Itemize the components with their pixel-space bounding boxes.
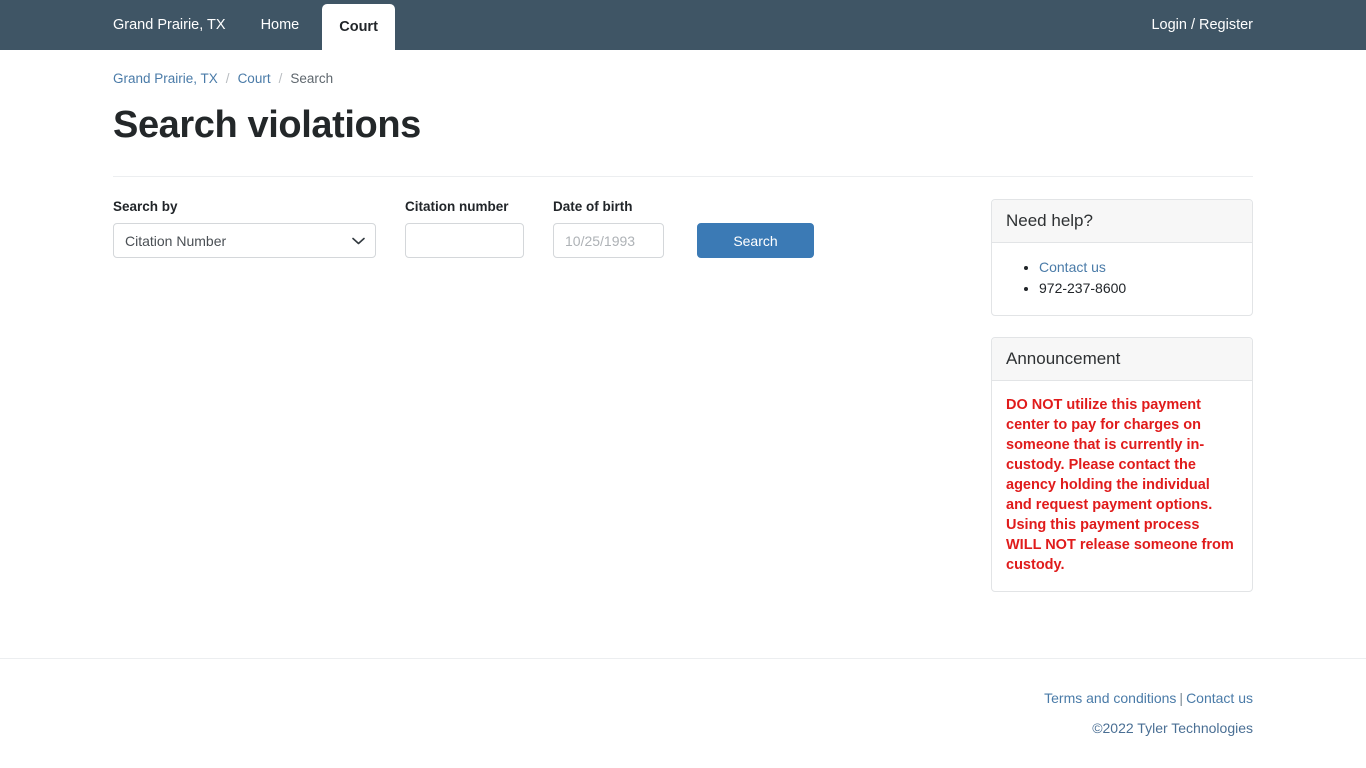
date-of-birth-field: Date of birth — [553, 199, 664, 258]
citation-number-label: Citation number — [405, 199, 509, 214]
announcement-card: Announcement DO NOT utilize this payment… — [991, 337, 1253, 592]
terms-and-conditions-link[interactable]: Terms and conditions — [1044, 690, 1176, 706]
need-help-card: Need help? Contact us 972-237-8600 — [991, 199, 1253, 316]
sidebar-column: Need help? Contact us 972-237-8600 Annou… — [991, 199, 1253, 613]
breadcrumb-item-court[interactable]: Court — [238, 71, 271, 86]
search-button[interactable]: Search — [697, 223, 814, 258]
announcement-card-title: Announcement — [992, 338, 1252, 381]
footer-links: Terms and conditions | Contact us — [113, 683, 1253, 713]
search-by-select-wrapper: Citation Number — [113, 223, 376, 258]
page-title: Search violations — [113, 104, 421, 146]
main-navbar: Grand Prairie, TX Home Court Login / Reg… — [0, 0, 1366, 50]
search-by-label: Search by — [113, 199, 178, 214]
navbar-left-group: Grand Prairie, TX Home Court — [113, 0, 395, 50]
breadcrumb-item-home[interactable]: Grand Prairie, TX — [113, 71, 218, 86]
nav-item-court[interactable]: Court — [322, 4, 395, 50]
footer-separator: | — [1179, 690, 1184, 706]
announcement-text: DO NOT utilize this payment center to pa… — [1006, 397, 1234, 573]
need-help-card-body: Contact us 972-237-8600 — [992, 243, 1252, 315]
navbar-right-group: Login / Register — [1136, 17, 1253, 33]
list-item: Contact us — [1039, 257, 1238, 277]
need-help-card-title: Need help? — [992, 200, 1252, 243]
list-item: 972-237-8600 — [1039, 278, 1238, 298]
breadcrumb-separator: / — [278, 71, 283, 86]
announcement-card-body: DO NOT utilize this payment center to pa… — [992, 381, 1252, 591]
need-help-list: Contact us 972-237-8600 — [1006, 257, 1238, 298]
search-by-select[interactable]: Citation Number — [113, 223, 376, 258]
search-form-column: Search by Citation Number Citation numbe… — [113, 199, 881, 258]
page-footer: Terms and conditions | Contact us ©2022 Ty… — [0, 658, 1366, 743]
date-of-birth-input[interactable] — [553, 223, 664, 258]
search-form: Search by Citation Number Citation numbe… — [113, 199, 881, 258]
citation-number-field: Citation number — [405, 199, 524, 258]
breadcrumb: Grand Prairie, TX / Court / Search — [113, 50, 1253, 86]
search-by-field: Search by Citation Number — [113, 199, 376, 258]
footer-contact-us-link[interactable]: Contact us — [1186, 690, 1253, 706]
contact-us-link[interactable]: Contact us — [1039, 259, 1106, 275]
login-register-link[interactable]: Login / Register — [1136, 17, 1253, 33]
breadcrumb-item-search: Search — [290, 71, 334, 86]
breadcrumb-separator: / — [225, 71, 230, 86]
citation-number-input[interactable] — [405, 223, 524, 258]
date-of-birth-label: Date of birth — [553, 199, 633, 214]
nav-item-home[interactable]: Home — [246, 0, 315, 50]
page-container: Grand Prairie, TX / Court / Search Searc… — [0, 50, 1366, 736]
content-area: Search by Citation Number Citation numbe… — [113, 177, 1253, 613]
copyright-text: ©2022 Tyler Technologies — [1092, 720, 1253, 736]
navbar-brand[interactable]: Grand Prairie, TX — [113, 0, 246, 50]
